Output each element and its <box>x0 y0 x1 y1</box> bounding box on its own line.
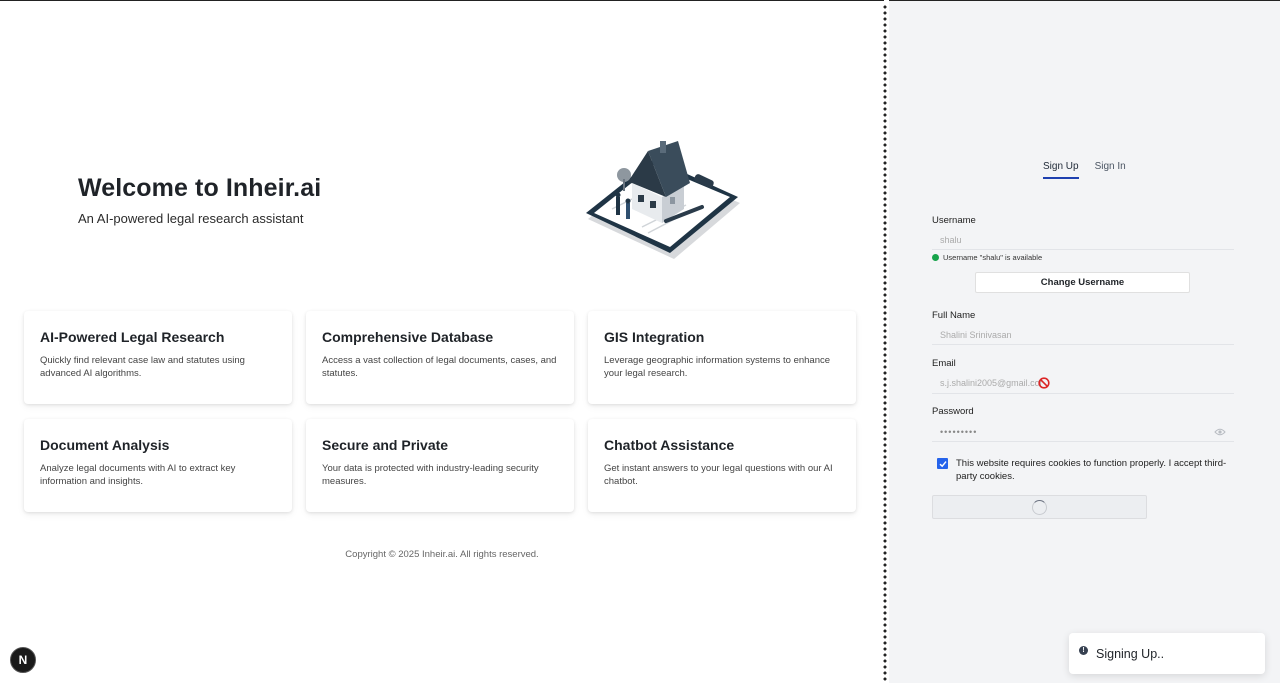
feature-description: Your data is protected with industry-lea… <box>322 463 539 487</box>
email-input[interactable] <box>932 373 1042 393</box>
feature-title: AI-Powered Legal Research <box>40 329 225 345</box>
hero-subtitle: An AI-powered legal research assistant <box>78 211 304 226</box>
feature-title: GIS Integration <box>604 329 705 345</box>
password-label: Password <box>932 406 974 417</box>
username-availability: Username "shalu" is available <box>932 253 1042 262</box>
cookie-consent: This website requires cookies to functio… <box>937 457 1237 483</box>
feature-card-legal-research: AI-Powered Legal Research Quickly find r… <box>24 311 292 404</box>
feature-description: Quickly find relevant case law and statu… <box>40 355 245 379</box>
feature-card-gis: GIS Integration Leverage geographic info… <box>588 311 856 404</box>
house-document-illustration <box>586 141 740 259</box>
feature-description: Leverage geographic information systems … <box>604 355 831 379</box>
feature-card-security: Secure and Private Your data is protecte… <box>306 419 574 512</box>
nextjs-dev-badge[interactable]: N <box>10 647 36 673</box>
feature-description: Get instant answers to your legal questi… <box>604 463 833 487</box>
full-name-label: Full Name <box>932 310 976 321</box>
landing-section: Welcome to Inheir.ai An AI-powered legal… <box>0 0 884 683</box>
tab-sign-in[interactable]: Sign In <box>1095 161 1126 179</box>
feature-title: Chatbot Assistance <box>604 437 735 453</box>
email-label: Email <box>932 358 956 369</box>
copyright-text: Copyright © 2025 Inheir.ai. All rights r… <box>345 549 539 560</box>
check-circle-icon <box>932 254 939 261</box>
password-input[interactable] <box>932 422 1234 442</box>
full-name-input[interactable] <box>932 325 1234 345</box>
feature-card-document-analysis: Document Analysis Analyze legal document… <box>24 419 292 512</box>
panel-divider <box>883 4 887 683</box>
auth-panel: Sign Up Sign In Username Username "shalu… <box>889 0 1280 683</box>
feature-title: Document Analysis <box>40 437 170 453</box>
username-input[interactable] <box>932 230 1234 250</box>
cookie-consent-text: This website requires cookies to functio… <box>956 458 1227 482</box>
page: Welcome to Inheir.ai An AI-powered legal… <box>0 0 1280 683</box>
email-underline <box>932 393 1234 394</box>
feature-card-chatbot: Chatbot Assistance Get instant answers t… <box>588 419 856 512</box>
feature-card-database: Comprehensive Database Access a vast col… <box>306 311 574 404</box>
blocked-icon <box>1038 377 1050 389</box>
change-username-button[interactable]: Change Username <box>975 272 1190 293</box>
tab-sign-up[interactable]: Sign Up <box>1043 161 1079 179</box>
feature-description: Access a vast collection of legal docume… <box>322 355 557 379</box>
cookie-checkbox[interactable] <box>937 458 948 469</box>
loading-spinner-icon <box>1032 499 1047 515</box>
auth-tabs: Sign Up Sign In <box>1043 161 1126 179</box>
sign-up-submit-button[interactable] <box>932 495 1147 519</box>
eye-icon[interactable] <box>1214 427 1226 437</box>
toast-message: Signing Up.. <box>1096 646 1165 661</box>
feature-title: Secure and Private <box>322 437 449 453</box>
feature-description: Analyze legal documents with AI to extra… <box>40 463 236 487</box>
hero-title: Welcome to Inheir.ai <box>78 174 322 202</box>
feature-title: Comprehensive Database <box>322 329 494 345</box>
username-status-text: Username "shalu" is available <box>943 253 1043 262</box>
status-toast: ! Signing Up.. <box>1069 633 1265 674</box>
username-label: Username <box>932 215 976 226</box>
info-icon: ! <box>1079 646 1088 655</box>
checkmark-icon <box>939 460 947 467</box>
